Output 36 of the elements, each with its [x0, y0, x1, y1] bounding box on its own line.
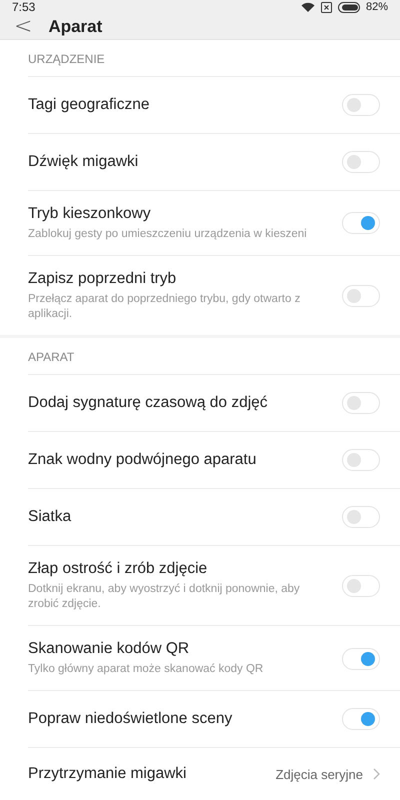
setting-label: Tagi geograficzne: [28, 96, 150, 114]
setting-label: Przytrzymanie migawki: [28, 765, 188, 783]
setting-label: Zapisz poprzedni tryb: [28, 270, 178, 288]
status-time: 7:53: [12, 0, 36, 14]
battery-percent: 82%: [366, 1, 388, 13]
setting-label: Siatka: [28, 508, 72, 526]
setting-description: Dotknij ekranu, aby wyostrzyć i dotknij ponownie, aby zrobić zdjęcie.: [28, 582, 301, 612]
toggle-switch[interactable]: [342, 648, 380, 670]
setting-label: Tryb kieszonkowy: [28, 205, 152, 223]
page-title: Aparat: [48, 16, 102, 36]
setting-description: Tylko główny aparat może skanować kody QR: [28, 662, 264, 677]
setting-label: Skanowanie kodów QR: [28, 640, 190, 658]
setting-description: Zablokuj gesty po umieszczeniu urządzenia w kieszeni: [28, 227, 308, 242]
no-sim-icon: [320, 2, 332, 12]
section-title: URZĄDZENIE: [27, 51, 106, 68]
toggle-switch[interactable]: [342, 212, 380, 234]
toggle-switch[interactable]: [342, 506, 380, 528]
section-title: APARAT: [27, 349, 76, 366]
setting-label: Znak wodny podwójnego aparatu: [28, 451, 258, 470]
toggle-switch[interactable]: [342, 284, 380, 307]
setting-label: Złap ostrość i zrób zdjęcie: [28, 560, 208, 578]
toggle-switch[interactable]: [342, 392, 380, 414]
toggle-switch[interactable]: [342, 449, 380, 472]
setting-label: Popraw niedoświetlone sceny: [28, 710, 234, 728]
chevron-right-icon: [373, 768, 380, 780]
setting-label: Dźwięk migawki: [28, 153, 140, 171]
toggle-switch[interactable]: [342, 151, 380, 173]
toggle-switch[interactable]: [342, 575, 380, 598]
setting-description: Przełącz aparat do poprzedniego trybu, gdy otwarto z aplikacji.: [28, 292, 302, 322]
setting-label: Dodaj sygnaturę czasową do zdjęć: [28, 394, 269, 412]
wifi-icon: [300, 2, 315, 12]
toggle-switch[interactable]: [342, 94, 380, 116]
back-button[interactable]: <: [14, 14, 32, 39]
setting-value[interactable]: Zdjęcia seryjne: [276, 766, 363, 782]
toggle-switch[interactable]: [342, 708, 380, 730]
battery-icon: [338, 2, 360, 12]
